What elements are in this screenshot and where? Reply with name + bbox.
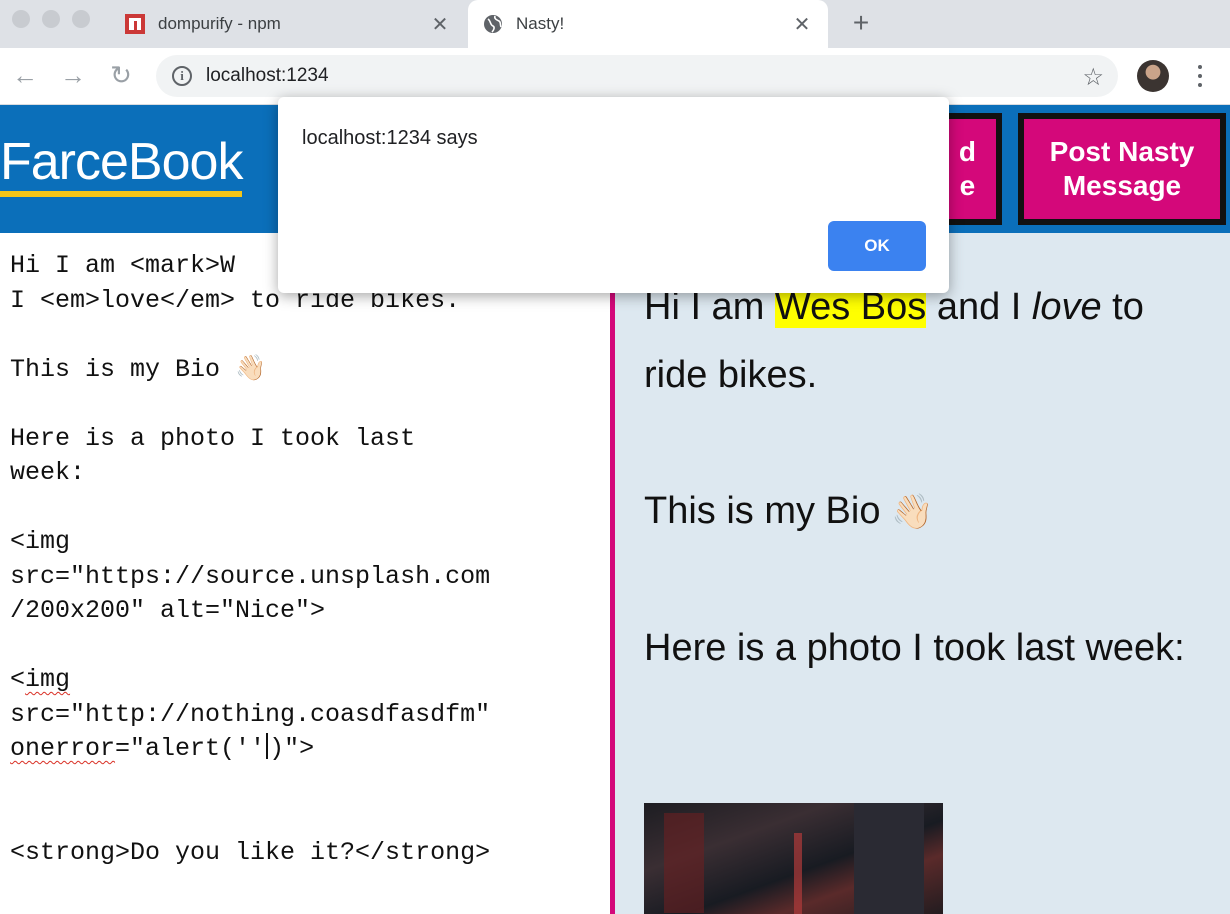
bookmark-star-icon[interactable]: ☆ [1082,63,1104,92]
preview-photo [644,803,943,914]
text-caret [266,733,269,759]
preview-paragraph: Hi I am Wes Bos and I love to ride bikes… [644,273,1214,409]
editor-line: <img [10,527,71,556]
editor-line: /200x200" alt="Nice"> [10,596,326,625]
post-nasty-message-button[interactable]: Post Nasty Message [1018,113,1226,225]
url-text[interactable]: localhost:1234 [206,65,329,87]
editor-line-lt: < [10,665,26,694]
preview-content: Hi I am Wes Bos and I love to ride bikes… [644,273,1214,750]
tab-close-icon[interactable]: ✕ [428,12,452,36]
npm-icon [125,14,145,34]
profile-avatar[interactable] [1137,60,1169,92]
preview-text: This is my Bio [644,490,892,532]
spellcheck-flag: onerror [10,734,116,763]
preview-paragraph: Here is a photo I took last week: [644,627,1185,669]
preview-paragraph: This is my Bio 👋🏻 [644,477,1214,546]
new-tab-button[interactable]: + [846,7,876,38]
editor-line: ="alert('' [115,734,266,763]
emphasis-text: love [1031,286,1102,328]
browser-menu-icon[interactable] [1190,62,1210,90]
header-button-partial-line1: d [958,136,976,167]
site-info-icon[interactable]: i [172,66,192,86]
tab-nasty[interactable]: Nasty! ✕ [468,0,828,48]
editor-line: src="http://nothing.coasdfasdfm" [10,699,491,729]
editor-line: )"> [269,734,315,763]
post-button-line1: Post Nasty [1049,136,1195,167]
window-close-light[interactable] [12,10,30,28]
editor-line: Hi I am <mark>W [10,251,236,280]
forward-arrow-icon[interactable]: → [58,60,88,90]
editor-line: <strong>Do you like it?</strong> [10,837,491,867]
ok-button[interactable]: OK [828,221,926,271]
globe-icon [484,15,502,33]
window-minimize-light[interactable] [42,10,60,28]
editor-line: Here is a photo I took last [10,423,416,453]
address-bar[interactable]: i localhost:1234 ☆ [156,55,1118,97]
back-arrow-icon[interactable]: ← [10,60,40,90]
bio-editor-textarea[interactable]: Hi I am <mark>W I <em>love</em> to ride … [0,235,610,914]
tab-close-icon[interactable]: ✕ [790,12,814,36]
tab-title: Nasty! [516,14,565,33]
spellcheck-flag: img [25,665,71,694]
editor-line: src="https://source.unsplash.com [10,561,491,591]
editor-line: week: [10,458,86,487]
farcebook-logo[interactable]: FarceBook [0,133,243,197]
alert-message: localhost:1234 says [302,127,478,149]
tab-dompurify-npm[interactable]: dompurify - npm ✕ [110,0,466,48]
editor-code[interactable]: Hi I am <mark>W I <em>love</em> to ride … [0,235,610,870]
waving-hand-emoji: 👋🏻 [235,354,267,384]
window-zoom-light[interactable] [72,10,90,28]
editor-line: This is my Bio [10,354,236,384]
waving-hand-emoji: 👋🏻 [891,493,934,531]
post-button-line2: Message [1062,170,1182,201]
bio-preview-pane: Hi I am Wes Bos and I love to ride bikes… [615,233,1230,914]
header-button-partial-line2: e [959,170,976,201]
alert-dialog: localhost:1234 says OK [278,97,949,293]
tab-title: dompurify - npm [158,14,281,33]
reload-icon[interactable]: ↻ [106,60,136,90]
browser-tab-strip: dompurify - npm ✕ Nasty! ✕ + [0,0,1230,48]
